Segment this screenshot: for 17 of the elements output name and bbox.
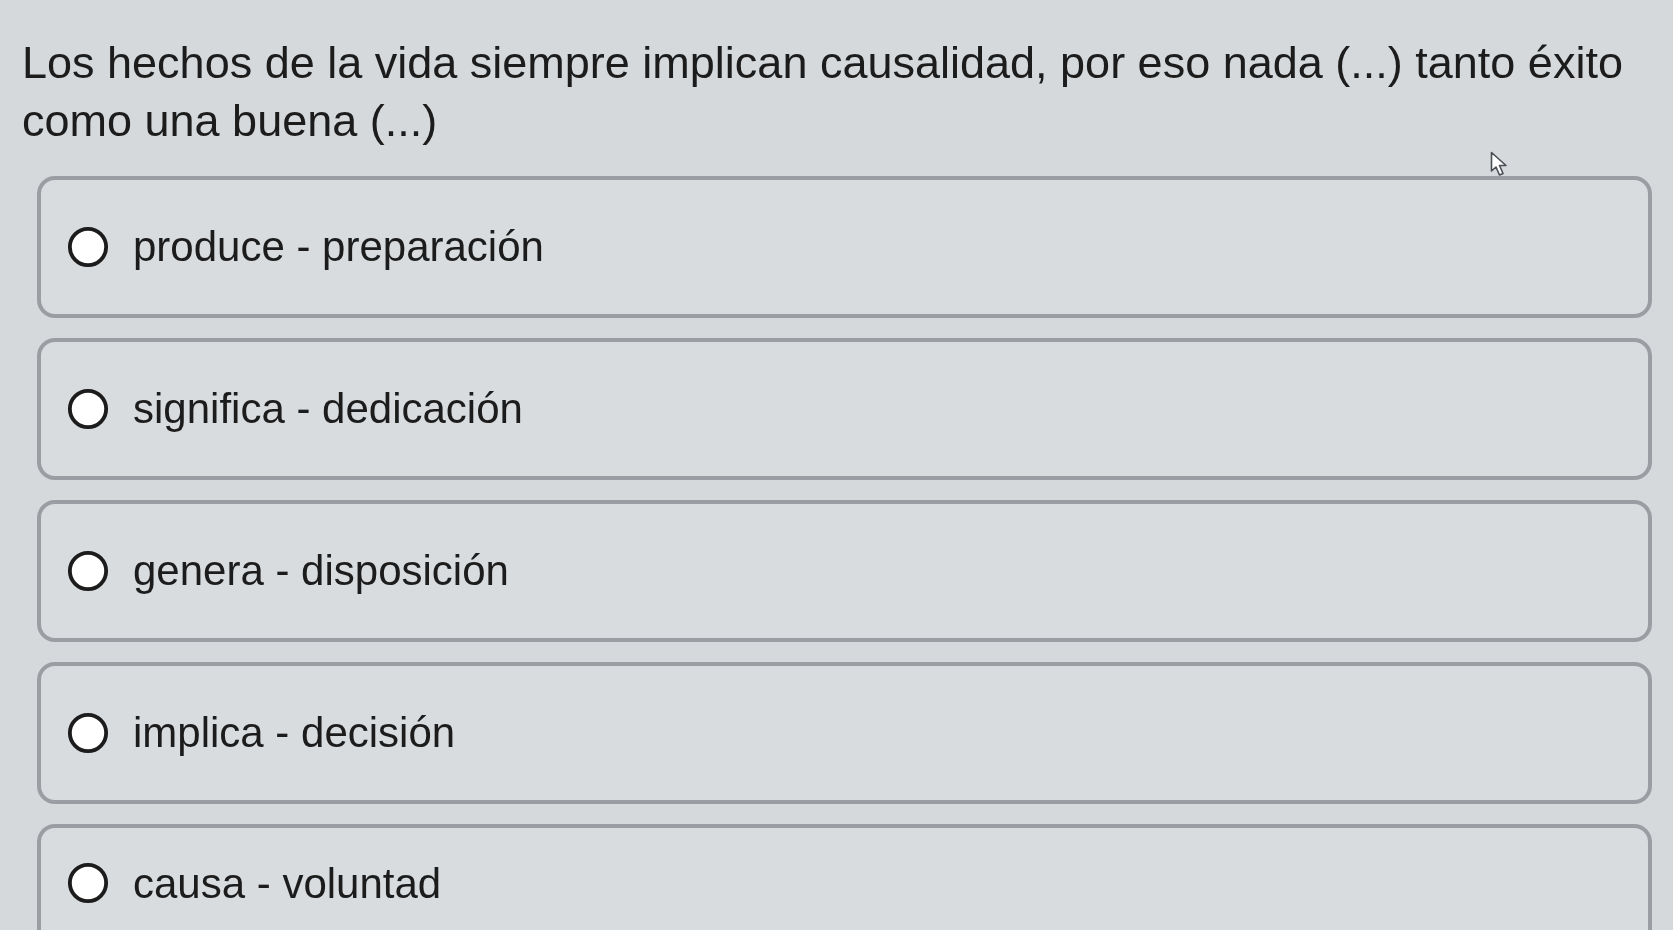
option-label: genera - disposición: [133, 549, 509, 593]
radio-button[interactable]: [67, 550, 109, 592]
answer-option[interactable]: implica - decisión: [37, 662, 1652, 804]
radio-button[interactable]: [67, 226, 109, 268]
answer-option[interactable]: genera - disposición: [37, 500, 1652, 642]
mouse-cursor-icon: [1490, 151, 1510, 177]
radio-button[interactable]: [67, 712, 109, 754]
radio-button[interactable]: [67, 388, 109, 430]
option-label: causa - voluntad: [133, 862, 442, 906]
option-label: implica - decisión: [133, 711, 456, 755]
answer-option[interactable]: produce - preparación: [37, 176, 1652, 318]
answer-option[interactable]: causa - voluntad: [37, 824, 1652, 930]
option-label: produce - preparación: [133, 225, 544, 269]
option-label: significa - dedicación: [133, 387, 523, 431]
question-text: Los hechos de la vida siempre implican causalidad, por eso nada (...) tanto éxito como una buena (...): [22, 36, 1624, 148]
answer-option[interactable]: significa - dedicación: [37, 338, 1652, 480]
radio-button[interactable]: [67, 862, 109, 904]
